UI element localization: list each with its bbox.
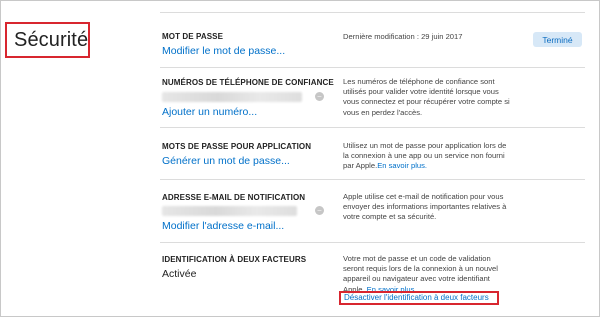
remove-circle-icon[interactable]: – bbox=[315, 92, 324, 101]
generate-password-link[interactable]: Générer un mot de passe... bbox=[162, 155, 290, 167]
description-line: vous connectez et pour récupérer votre c… bbox=[343, 97, 510, 107]
row-separator bbox=[160, 242, 585, 243]
description-line: votre compte et sa sécurité. bbox=[343, 212, 437, 222]
remove-circle-icon[interactable]: – bbox=[315, 206, 324, 215]
two-factor-status: Activée bbox=[162, 268, 197, 280]
done-button[interactable]: Terminé bbox=[533, 32, 582, 47]
trusted-phones-label: NUMÉROS DE TÉLÉPHONE DE CONFIANCE bbox=[162, 78, 334, 87]
description-text: par Apple. bbox=[343, 161, 378, 171]
description-line: envoyer des informations importantes rel… bbox=[343, 202, 507, 212]
change-password-link[interactable]: Modifier le mot de passe... bbox=[162, 45, 285, 57]
notification-email-label: ADRESSE E-MAIL DE NOTIFICATION bbox=[162, 193, 306, 202]
trusted-phone-number-redacted bbox=[162, 92, 302, 102]
notification-email-redacted bbox=[162, 206, 297, 216]
row-separator bbox=[160, 179, 585, 180]
description-line: la connexion à une app ou un service non… bbox=[343, 151, 505, 161]
description-line: Apple utilise cet e-mail de notification… bbox=[343, 192, 504, 201]
section-title: Sécurité bbox=[14, 28, 89, 51]
two-factor-description: Votre mot de passe et un code de validat… bbox=[343, 254, 513, 295]
add-phone-number-link[interactable]: Ajouter un numéro... bbox=[162, 106, 257, 118]
description-line: utilisés pour valider votre identité lor… bbox=[343, 87, 499, 97]
description-line: Les numéros de téléphone de confiance so… bbox=[343, 77, 495, 86]
row-separator bbox=[160, 127, 585, 128]
description-line: Votre mot de passe et un code de validat… bbox=[343, 254, 491, 263]
app-passwords-description: Utilisez un mot de passe pour applicatio… bbox=[343, 141, 513, 172]
trusted-phones-description: Les numéros de téléphone de confiance so… bbox=[343, 77, 513, 118]
password-last-modified: Dernière modification : 29 juin 2017 bbox=[343, 32, 463, 41]
section-title-highlight: Sécurité bbox=[5, 22, 90, 58]
row-separator bbox=[160, 67, 585, 68]
two-factor-label: IDENTIFICATION À DEUX FACTEURS bbox=[162, 255, 307, 264]
app-passwords-label: MOTS DE PASSE POUR APPLICATION bbox=[162, 142, 312, 151]
notification-email-description: Apple utilise cet e-mail de notification… bbox=[343, 192, 513, 223]
description-line: vous en perdez l'accès. bbox=[343, 107, 423, 117]
description-line: Utilisez un mot de passe pour applicatio… bbox=[343, 141, 507, 150]
change-email-link[interactable]: Modifier l'adresse e-mail... bbox=[162, 220, 284, 232]
deactivate-two-factor-link[interactable]: Désactiver l'identification à deux facte… bbox=[344, 293, 489, 302]
description-line: appareil ou navigateur avec votre identi… bbox=[343, 274, 490, 284]
row-separator bbox=[160, 12, 585, 13]
description-line: seront requis lors de la connexion à un … bbox=[343, 264, 498, 274]
description-line: par Apple.En savoir plus. bbox=[343, 161, 513, 171]
learn-more-link[interactable]: En savoir plus. bbox=[377, 161, 427, 170]
password-label: MOT DE PASSE bbox=[162, 32, 224, 41]
